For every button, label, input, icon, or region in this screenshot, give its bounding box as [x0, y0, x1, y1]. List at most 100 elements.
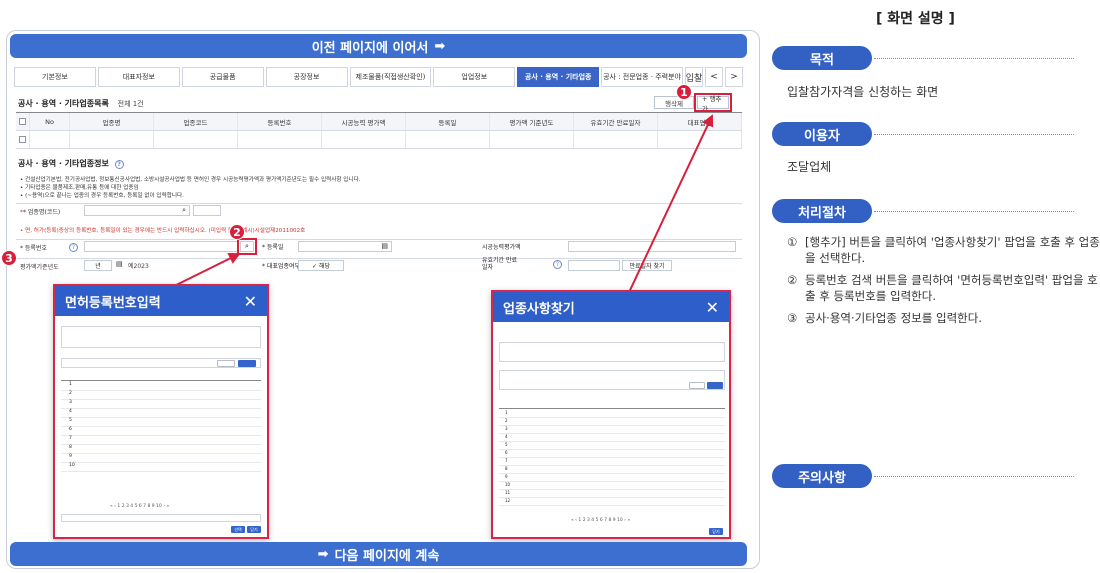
tab-basic-info[interactable]: 기본정보 — [14, 67, 96, 87]
tab-business[interactable]: 업업정보 — [433, 67, 516, 87]
expiry-label: 유효기간 만료일자 — [482, 257, 518, 271]
expiry-input[interactable] — [568, 260, 620, 271]
list-item[interactable]: 6 — [61, 427, 261, 436]
reg-no-input[interactable] — [84, 241, 238, 252]
user-text: 조달업체 — [787, 160, 832, 174]
info-bullet-2: • 기타업종은 물품제조,판매,유통 등에 대한 업종임 — [20, 185, 139, 191]
tab-representative[interactable]: 대표자정보 — [97, 67, 180, 87]
industry-code-field[interactable] — [193, 205, 221, 216]
dotted-divider — [874, 58, 1074, 59]
industry-reset-button[interactable] — [689, 382, 705, 389]
col-capacity[interactable]: 시공능력 평가액 — [322, 113, 406, 130]
eval-year-select[interactable]: 년 — [84, 260, 112, 271]
purpose-pill: 목적 — [772, 46, 872, 70]
industry-close-button[interactable]: 닫기 — [709, 528, 723, 535]
right-panel-title: [ 화면 설명 ] — [876, 11, 955, 27]
table-row[interactable] — [16, 131, 742, 149]
caution-pill: 주의사항 — [772, 464, 872, 488]
industry-code-input[interactable]: ⌕ — [84, 205, 190, 216]
list-item[interactable]: 2 — [61, 391, 261, 400]
eval-year-placeholder: 예2023 — [128, 263, 149, 270]
col-eval-year[interactable]: 평가액 기준년도 — [490, 113, 574, 130]
list-item[interactable]: 10 — [61, 463, 261, 472]
table-row[interactable]: 2 — [499, 418, 725, 426]
close-icon[interactable]: ✕ — [706, 298, 719, 317]
list-item[interactable]: 8 — [61, 445, 261, 454]
main-industry-checkbox[interactable]: ✓ 해당 — [298, 260, 344, 271]
close-icon[interactable]: ✕ — [244, 292, 257, 311]
license-reset-button[interactable] — [217, 360, 235, 367]
reg-no-search-highlight — [237, 238, 257, 255]
license-popup: 면허등록번호입력 ✕ 1 2 3 4 5 6 7 8 9 10 « ‹ 1 2 … — [53, 284, 269, 539]
help-icon[interactable]: ? — [69, 243, 78, 252]
table-row[interactable]: 7 — [499, 458, 725, 466]
table-row[interactable]: 5 — [499, 442, 725, 450]
table-row[interactable]: 4 — [499, 434, 725, 442]
col-industry-name[interactable]: 업종명 — [70, 113, 154, 130]
info-section-title: 공사 · 용역 · 기타업종정보 ? — [18, 158, 124, 169]
list-item[interactable]: 5 — [61, 418, 261, 427]
main-industry-value: 해당 — [318, 263, 330, 270]
tab-supply-goods[interactable]: 공급물품 — [181, 67, 264, 87]
capacity-input[interactable] — [568, 241, 736, 252]
license-confirm-button[interactable]: 선택 — [231, 526, 245, 533]
reg-date-input[interactable]: ▤ — [298, 241, 392, 252]
industry-pagination[interactable]: « ‹ 1 2 3 4 5 6 7 8 9 10 › » — [571, 518, 630, 523]
table-row[interactable]: 1 — [499, 410, 725, 418]
table-row[interactable]: 3 — [499, 426, 725, 434]
calendar-icon[interactable]: ▤ — [116, 260, 123, 268]
industry-search-button[interactable] — [707, 382, 723, 389]
info-bullet-1: • 건설산업기본법, 전기공사업법, 정보통신공사업법, 소방시설공사업법 등 … — [20, 177, 361, 183]
list-item[interactable]: 4 — [61, 409, 261, 418]
list-item[interactable]: 9 — [61, 454, 261, 463]
table-row[interactable]: 10 — [499, 482, 725, 490]
info-bullet-3: • (~용역)으로 끝나는 업종의 경우 등록번호, 등록일 없이 입력합니다. — [20, 193, 184, 199]
tab-prev-button[interactable]: < — [705, 67, 723, 87]
industry-grid: No 업종명 업종코드 등록번호 시공능력 평가액 등록일 평가액 기준년도 유… — [16, 112, 742, 149]
row-checkbox[interactable] — [16, 131, 30, 148]
step-marker-1: 1 — [676, 84, 692, 100]
eval-year-label: 평가액기준년도 — [20, 264, 59, 271]
table-row[interactable]: 9 — [499, 474, 725, 482]
table-row[interactable]: 8 — [499, 466, 725, 474]
step-marker-2: 2 — [229, 224, 245, 240]
col-main-industry[interactable]: 대표업종 — [658, 113, 742, 130]
dotted-divider — [874, 476, 1074, 477]
process-pill: 처리절차 — [772, 199, 872, 223]
tab-construction-service[interactable]: 공사 · 용역 · 기타업종 — [517, 67, 600, 87]
tab-next-button[interactable]: > — [725, 67, 743, 87]
add-row-highlight — [694, 93, 732, 112]
calendar-icon[interactable]: ▤ — [381, 242, 388, 250]
col-expiry[interactable]: 유효기간 만료일자 — [574, 113, 658, 130]
list-item[interactable]: 3 — [61, 400, 261, 409]
col-reg-no[interactable]: 등록번호 — [238, 113, 322, 130]
arrow-right-icon: ➡ — [434, 38, 446, 54]
license-pagination[interactable]: « ‹ 1 2 3 4 5 6 7 8 9 10 › » — [110, 504, 169, 509]
license-search-button[interactable] — [238, 360, 256, 367]
arrow-right-icon: ➡ — [317, 546, 329, 562]
help-icon[interactable]: ? — [553, 260, 562, 269]
table-row[interactable]: 6 — [499, 450, 725, 458]
capacity-label: 시공능력평가액 — [482, 244, 521, 251]
process-step-3: ③ 공사·용역·기타업종 정보를 입력한다. — [787, 311, 982, 325]
table-row[interactable]: 12 — [499, 498, 725, 506]
list-item[interactable]: 1 — [61, 382, 261, 391]
purpose-text: 입찰참가자격을 신청하는 화면 — [787, 85, 939, 99]
industry-popup-header: 업종사항찾기 ✕ — [493, 292, 729, 322]
industry-code-label: * 업종명(코드) — [23, 209, 61, 216]
help-icon[interactable]: ? — [114, 160, 124, 169]
license-popup-header: 면허등록번호입력 ✕ — [55, 286, 267, 316]
search-icon[interactable]: ⌕ — [182, 206, 186, 215]
col-industry-code[interactable]: 업종코드 — [154, 113, 238, 130]
tab-manufacturing[interactable]: 제조물품(직접생산확인) — [349, 67, 432, 87]
list-item[interactable]: 7 — [61, 436, 261, 445]
table-row[interactable]: 11 — [499, 490, 725, 498]
tab-specialty[interactable]: 공사 : 전문업종 · 주력분야 — [601, 67, 683, 87]
license-input-row[interactable] — [61, 514, 261, 522]
select-all-checkbox[interactable] — [16, 113, 30, 130]
tab-factory[interactable]: 공장정보 — [265, 67, 348, 87]
col-reg-date[interactable]: 등록일 — [406, 113, 490, 130]
expiry-search-button[interactable]: 만료일자 찾기 — [622, 260, 672, 271]
license-popup-title: 면허등록번호입력 — [65, 295, 161, 311]
license-close-button[interactable]: 닫기 — [247, 526, 261, 533]
